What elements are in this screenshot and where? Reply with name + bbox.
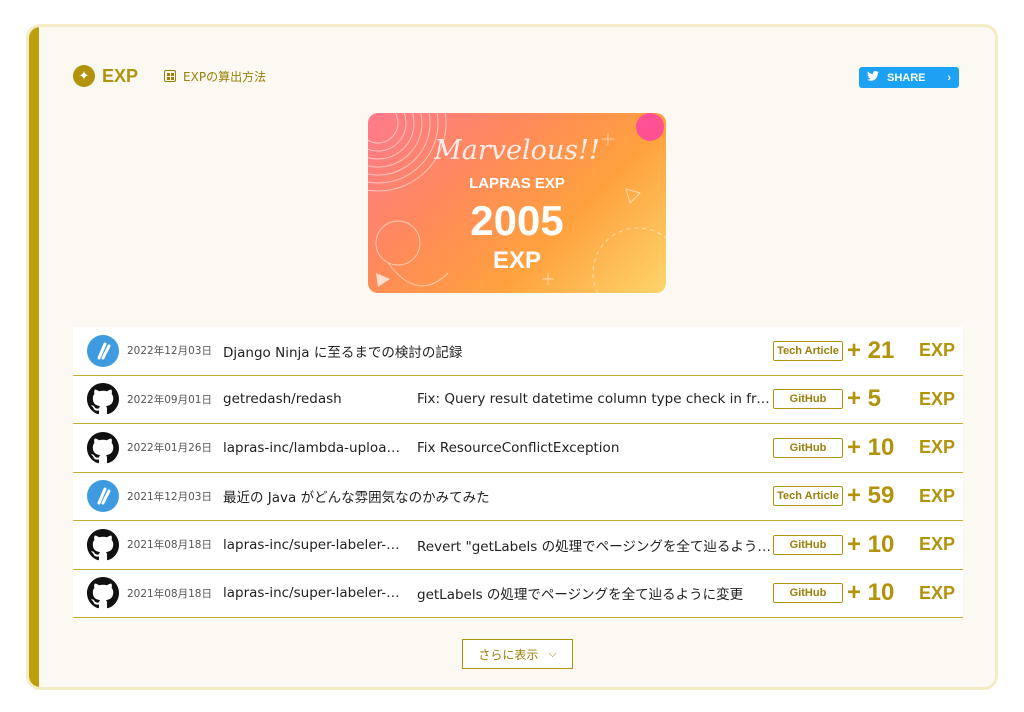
- item-repo: lapras-inc/super-labeler-action: [223, 536, 405, 553]
- list-item[interactable]: 2022年12月03日 Django Ninja に至るまでの検討の記録 Tec…: [73, 327, 963, 376]
- github-icon: [87, 528, 119, 561]
- hero-headline: Marvelous!!: [434, 135, 600, 166]
- item-tag: GitHub: [773, 437, 843, 458]
- chevron-right-icon: ›: [947, 71, 951, 84]
- item-tag: GitHub: [773, 389, 843, 410]
- share-label: SHARE: [887, 71, 926, 84]
- item-repo: lapras-inc/lambda-uploader: [223, 439, 405, 456]
- exp-calc-link-label: EXPの算出方法: [183, 69, 267, 84]
- exp-hero-card: Marvelous!! LAPRAS EXP 2005 EXP: [368, 113, 666, 293]
- item-unit: EXP: [918, 388, 955, 409]
- item-date: 2022年09月01日: [127, 393, 212, 406]
- item-date: 2021年08月18日: [127, 587, 212, 600]
- list-item[interactable]: 2021年12月03日 最近の Java がどんな雰囲気なのかみてみた Tech…: [73, 472, 963, 521]
- github-icon: [87, 383, 119, 416]
- twitter-icon: [867, 70, 879, 84]
- item-tag: Tech Article: [773, 340, 843, 361]
- tech-article-icon: [87, 334, 119, 367]
- exp-card: ✦ EXP EXPの算出方法 SHARE › Marvelous!! LAPRA…: [26, 24, 998, 690]
- list-item[interactable]: 2022年09月01日 getredash/redash Fix: Query …: [73, 375, 963, 424]
- tech-article-icon: [87, 480, 119, 513]
- item-unit: EXP: [918, 340, 955, 361]
- list-item[interactable]: 2022年01月26日 lapras-inc/lambda-uploader F…: [73, 424, 963, 473]
- list-item[interactable]: 2021年08月18日 lapras-inc/super-labeler-act…: [73, 521, 963, 570]
- item-unit: EXP: [918, 437, 955, 458]
- item-date: 2022年12月03日: [127, 345, 212, 358]
- twitter-share-button[interactable]: SHARE ›: [859, 67, 959, 88]
- item-points: + 10: [847, 579, 895, 607]
- calculator-icon: [164, 70, 177, 82]
- item-points: + 21: [847, 336, 895, 364]
- item-unit: EXP: [918, 534, 955, 555]
- item-points: + 10: [847, 530, 895, 558]
- item-tag: GitHub: [773, 534, 843, 555]
- item-unit: EXP: [918, 485, 955, 506]
- show-more-label: さらに表示: [478, 647, 539, 662]
- hero-exp-unit: EXP: [492, 247, 542, 274]
- item-tag: GitHub: [773, 583, 843, 604]
- item-date: 2022年01月26日: [127, 442, 212, 455]
- item-repo: getredash/redash: [223, 391, 342, 408]
- item-title: Django Ninja に至るまでの検討の記録: [223, 344, 463, 361]
- item-date: 2021年12月03日: [127, 490, 212, 503]
- item-unit: EXP: [918, 582, 955, 603]
- item-tag: Tech Article: [773, 486, 843, 507]
- item-points: + 59: [847, 482, 895, 510]
- item-commit: Revert "getLabels の処理でページングを全て辿るように変更": [417, 538, 773, 555]
- github-icon: [87, 577, 119, 610]
- exp-calc-link[interactable]: EXPの算出方法: [164, 68, 266, 85]
- item-title: 最近の Java がどんな雰囲気なのかみてみた: [223, 490, 490, 507]
- item-commit: getLabels の処理でページングを全て辿るように変更: [417, 587, 744, 604]
- hero-exp-value: 2005: [470, 197, 564, 244]
- exp-header: ✦ EXP EXPの算出方法: [73, 65, 266, 87]
- exp-history-list: 2022年12月03日 Django Ninja に至るまでの検討の記録 Tec…: [73, 327, 963, 618]
- chevron-down-icon: ⌵: [548, 647, 557, 660]
- sparkle-icon: ✦: [73, 65, 95, 87]
- hero-label: LAPRAS EXP: [469, 175, 565, 192]
- github-icon: [87, 431, 119, 464]
- list-item[interactable]: 2021年08月18日 lapras-inc/super-labeler-act…: [73, 569, 963, 618]
- item-repo: lapras-inc/super-labeler-action: [223, 585, 405, 602]
- show-more-button[interactable]: さらに表示 ⌵: [462, 639, 573, 669]
- item-points: + 10: [847, 433, 895, 461]
- section-title: EXP: [102, 65, 139, 86]
- item-commit: Fix: Query result datetime column type c…: [417, 391, 773, 408]
- item-commit: Fix ResourceConflictException: [417, 439, 620, 456]
- item-date: 2021年08月18日: [127, 539, 212, 552]
- item-points: + 5: [847, 385, 882, 413]
